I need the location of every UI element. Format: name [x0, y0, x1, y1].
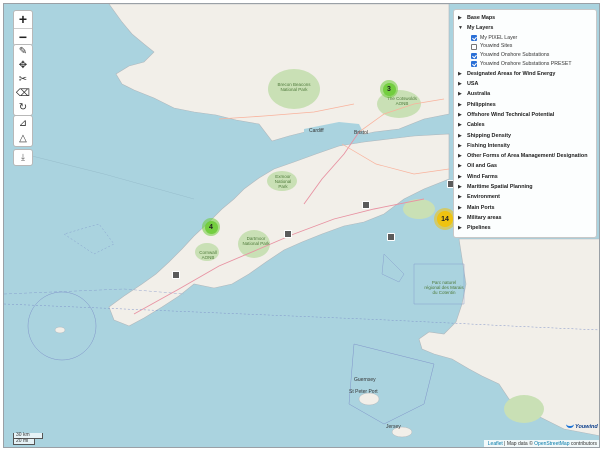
expand-arrow-icon: ▶: [458, 132, 462, 139]
polyline-icon[interactable]: ✎: [14, 45, 32, 59]
rotate-icon[interactable]: ↻: [14, 101, 32, 115]
expand-arrow-icon: ▶: [458, 225, 462, 232]
ruler-area-icon[interactable]: △: [14, 131, 32, 146]
draw-toolbar: ✎ ✥ ✂ ⌫ ↻: [13, 44, 33, 116]
expand-arrow-icon: ▶: [458, 70, 462, 77]
attribution: Leaflet | Map data © OpenStreetMap contr…: [483, 440, 599, 447]
layer-item-onshore-substations-preset[interactable]: Youwind Onshore Substations PRESET: [458, 60, 592, 69]
substation-pin[interactable]: [362, 201, 370, 209]
eraser-icon[interactable]: ⌫: [14, 87, 32, 101]
zoom-control: + −: [13, 10, 33, 46]
layer-group-wind-farms[interactable]: ▶ Wind Farms: [458, 172, 592, 182]
park-label-cotentin: Parc naturel régional des Marais du Cote…: [424, 280, 464, 295]
park-label-exmoor: Exmoor National Park: [274, 174, 292, 189]
expand-arrow-icon: ▶: [458, 101, 462, 108]
layer-checkbox[interactable]: [471, 52, 477, 59]
measure-toolbar: ⊿ △: [13, 115, 33, 147]
layer-group-oil-gas[interactable]: ▶ Oil and Gas: [458, 161, 592, 171]
layer-group-military-areas[interactable]: ▶ Military areas: [458, 213, 592, 223]
cut-icon[interactable]: ✂: [14, 73, 32, 87]
layer-group-main-ports[interactable]: ▶ Main Ports: [458, 203, 592, 213]
substation-pin[interactable]: [172, 271, 180, 279]
layer-group-cables[interactable]: ▶ Cables: [458, 120, 592, 130]
cluster-marker-3[interactable]: 3: [380, 80, 398, 98]
layer-group-maritime-spatial-planning[interactable]: ▶ Maritime Spatial Planning: [458, 182, 592, 192]
ruler-icon[interactable]: ⊿: [14, 116, 32, 131]
place-label-cardiff: Cardiff: [309, 128, 324, 134]
layer-group-pipelines[interactable]: ▶ Pipelines: [458, 223, 592, 233]
layer-group-philippines[interactable]: ▶ Philippines: [458, 100, 592, 110]
map-frame: Cardiff Bristol Guernsey St Peter Port J…: [3, 3, 600, 448]
layer-checkbox[interactable]: [471, 61, 477, 68]
cluster-marker-4[interactable]: 4: [202, 218, 220, 236]
layer-item-youwind-sites[interactable]: Youwind Sites: [458, 42, 592, 51]
collapse-arrow-icon: ▼: [458, 25, 463, 32]
layer-checkbox[interactable]: [471, 34, 477, 41]
download-icon[interactable]: ⤓: [13, 149, 33, 166]
expand-arrow-icon: ▶: [458, 153, 462, 160]
expand-arrow-icon: ▶: [458, 122, 462, 129]
zoom-in-button[interactable]: +: [14, 11, 32, 28]
expand-arrow-icon: ▶: [458, 173, 462, 180]
layer-group-environment[interactable]: ▶ Environment: [458, 192, 592, 202]
expand-arrow-icon: ▶: [458, 15, 462, 21]
layers-panel: ▶ Base Maps ▼ My Layers My PIXEL Layer You…: [453, 9, 597, 238]
expand-arrow-icon: ▶: [458, 142, 462, 149]
park-label-brecon: Brecon Beacons National Park: [277, 82, 311, 92]
scale-mi: 20 mi: [13, 439, 35, 445]
map-canvas[interactable]: Cardiff Bristol Guernsey St Peter Port J…: [4, 4, 599, 447]
park-label-cornwall: Cornwall AONB: [199, 250, 217, 260]
place-label-guernsey: Guernsey: [354, 377, 376, 383]
expand-arrow-icon: ▶: [458, 163, 462, 170]
substation-pin[interactable]: [284, 230, 292, 238]
layer-item-my-pixel-layer[interactable]: My PIXEL Layer: [458, 34, 592, 43]
expand-arrow-icon: ▶: [458, 204, 462, 211]
expand-arrow-icon: ▶: [458, 194, 462, 201]
layer-group-base-maps[interactable]: ▶ Base Maps: [458, 13, 592, 23]
cluster-count: 3: [382, 82, 396, 96]
layer-group-australia[interactable]: ▶ Australia: [458, 89, 592, 99]
youwind-logo-icon: [566, 422, 574, 428]
expand-arrow-icon: ▶: [458, 214, 462, 221]
leaflet-link[interactable]: Leaflet: [488, 441, 503, 447]
place-label-bristol: Bristol: [354, 130, 368, 136]
layer-group-designated-areas[interactable]: ▶ Designated Areas for Wind Energy: [458, 69, 592, 79]
layer-group-fishing-intensity[interactable]: ▶ Fishing Intensity: [458, 141, 592, 151]
osm-link[interactable]: OpenStreetMap: [534, 441, 569, 447]
expand-arrow-icon: ▶: [458, 184, 462, 191]
youwind-logo: Youwind: [566, 422, 598, 430]
expand-arrow-icon: ▶: [458, 111, 462, 118]
move-icon[interactable]: ✥: [14, 59, 32, 73]
layer-item-onshore-substations[interactable]: Youwind Onshore Substations: [458, 51, 592, 60]
layer-group-usa[interactable]: ▶ USA: [458, 79, 592, 89]
place-label-jersey: Jersey: [386, 424, 401, 430]
layer-group-shipping-density[interactable]: ▶ Shipping Density: [458, 131, 592, 141]
substation-pin[interactable]: [387, 233, 395, 241]
expand-arrow-icon: ▶: [458, 81, 462, 88]
expand-arrow-icon: ▶: [458, 91, 462, 98]
scale-bar: 30 km 20 mi: [13, 433, 43, 445]
layer-group-my-layers[interactable]: ▼ My Layers: [458, 23, 592, 33]
cluster-count: 4: [204, 220, 218, 234]
park-label-dartmoor: Dartmoor National Park: [242, 236, 270, 246]
cluster-count: 14: [437, 211, 453, 227]
layer-checkbox[interactable]: [471, 43, 477, 50]
layer-group-other-area-management[interactable]: ▶ Other Forms of Area Management/ Designa…: [458, 151, 592, 161]
zoom-out-button[interactable]: −: [14, 28, 32, 45]
layer-group-offshore-wind[interactable]: ▶ Offshore Wind Technical Potential: [458, 110, 592, 120]
place-label-st-peter-port: St Peter Port: [349, 389, 378, 395]
